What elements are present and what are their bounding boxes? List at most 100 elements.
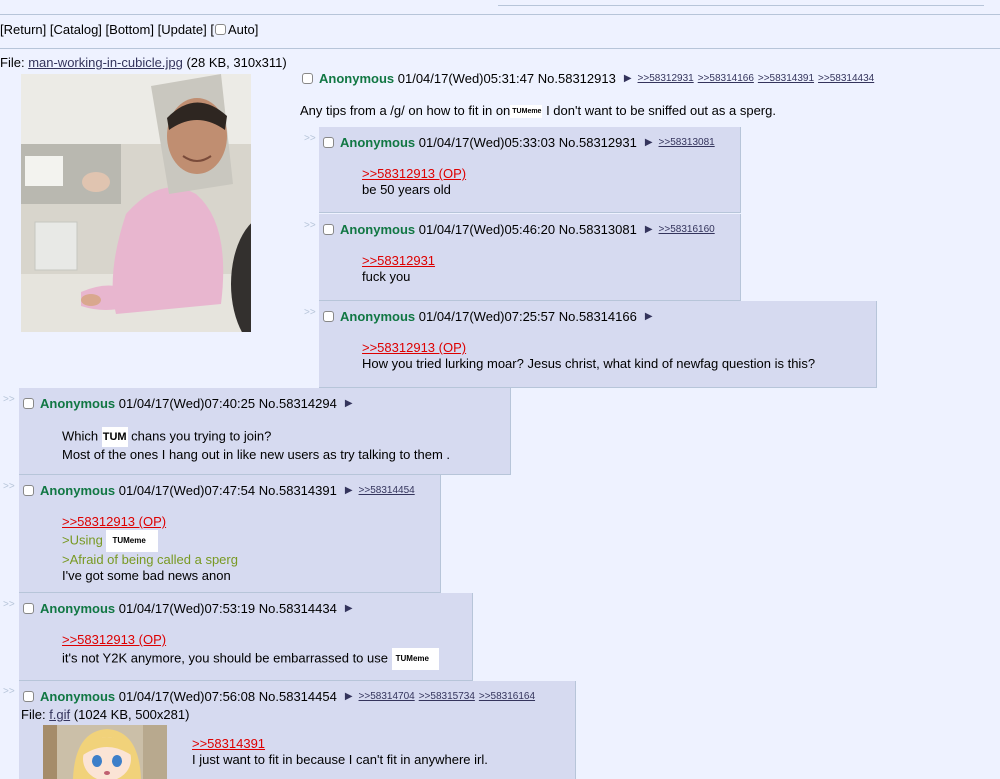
quote-link[interactable]: >>58312913 (OP) [62, 632, 439, 648]
message-text: Any tips from a /g/ on how to fit in on [300, 103, 511, 118]
post-number[interactable]: No.58314166 [559, 309, 637, 324]
post-number[interactable]: No.58314454 [259, 689, 337, 704]
reply-checkbox[interactable] [23, 485, 34, 496]
office-photo-image [21, 74, 251, 332]
bottom-link[interactable]: [Bottom] [106, 22, 154, 37]
post-datetime: 01/04/17(Wed)07:47:54 [118, 483, 256, 498]
post-datetime: 01/04/17(Wed)05:31:47 [397, 71, 535, 86]
reply-side-arrows: >> [3, 599, 15, 610]
reply-post: Anonymous 01/04/17(Wed)05:46:20 No.58313… [319, 214, 741, 301]
reply-file-link[interactable]: f.gif [49, 707, 70, 722]
reply-checkbox[interactable] [23, 691, 34, 702]
post-menu-arrow-icon[interactable]: ▶ [645, 137, 653, 148]
reply-side-arrows: >> [3, 481, 15, 492]
message-text: Most of the ones I hang out in like new … [62, 447, 451, 462]
reply-message: Which TUM chans you trying to join? Most… [62, 427, 450, 463]
op-post-checkbox[interactable] [302, 73, 313, 84]
tumeme-tag-image: TUMeme [391, 648, 439, 670]
post-number[interactable]: No.58313081 [559, 222, 637, 237]
poster-name: Anonymous [40, 396, 116, 411]
poster-name: Anonymous [340, 135, 416, 150]
reply-post: Anonymous 01/04/17(Wed)07:40:25 No.58314… [19, 388, 511, 475]
file-prefix: File: [21, 707, 46, 722]
op-thumbnail[interactable] [21, 74, 251, 332]
post-menu-arrow-icon[interactable]: ▶ [345, 603, 353, 614]
message-text: be 50 years old [362, 182, 451, 197]
reply-checkbox[interactable] [323, 311, 334, 322]
op-file-size: (28 KB, 310x311) [186, 55, 287, 70]
update-link[interactable]: [Update] [158, 22, 207, 37]
post-number[interactable]: No.58314294 [259, 396, 337, 411]
post-menu-arrow-icon[interactable]: ▶ [345, 398, 353, 409]
message-text: I just want to fit in because I can't fi… [192, 752, 488, 767]
reply-checkbox[interactable] [323, 137, 334, 148]
reply-post: Anonymous 01/04/17(Wed)07:56:08 No.58314… [19, 681, 576, 779]
backlink[interactable]: >>58314704 [359, 691, 415, 702]
post-menu-arrow-icon[interactable]: ▶ [645, 224, 653, 235]
return-link[interactable]: [Return] [0, 22, 46, 37]
backlink[interactable]: >>58314454 [359, 485, 415, 496]
poster-name: Anonymous [340, 222, 416, 237]
nav-separator [0, 48, 1000, 49]
backlink[interactable]: >>58314434 [818, 73, 874, 84]
reply-header: Anonymous 01/04/17(Wed)07:47:54 No.58314… [23, 483, 419, 498]
reply-checkbox[interactable] [323, 224, 334, 235]
op-file-link[interactable]: man-working-in-cubicle.jpg [28, 55, 183, 70]
backlink[interactable]: >>58313081 [659, 137, 715, 148]
greentext: >Using [62, 532, 107, 548]
backlink[interactable]: >>58316160 [659, 224, 715, 235]
reply-side-arrows: >> [304, 307, 316, 318]
poster-name: Anonymous [340, 309, 416, 324]
backlink[interactable]: >>58316164 [479, 691, 535, 702]
reply-checkbox[interactable] [23, 603, 34, 614]
message-text: I've got some bad news anon [62, 568, 231, 583]
auto-checkbox[interactable] [215, 24, 226, 35]
post-number[interactable]: No.58314434 [259, 601, 337, 616]
reply-file-size: (1024 KB, 500x281) [73, 707, 190, 722]
post-number[interactable]: No.58314391 [259, 483, 337, 498]
post-datetime: 01/04/17(Wed)07:25:57 [418, 309, 556, 324]
reply-post: Anonymous 01/04/17(Wed)07:47:54 No.58314… [19, 475, 441, 593]
quote-link[interactable]: >>58312913 (OP) [362, 166, 466, 182]
auto-bracket: [ [210, 22, 214, 37]
reply-post: Anonymous 01/04/17(Wed)05:33:03 No.58312… [319, 127, 741, 213]
greentext-line: >Using TUMeme [62, 530, 238, 552]
reply-message: >>58312913 (OP) it's not Y2K anymore, yo… [62, 632, 439, 670]
quote-link[interactable]: >>58312913 (OP) [362, 340, 815, 356]
post-datetime: 01/04/17(Wed)07:40:25 [118, 396, 256, 411]
poster-name: Anonymous [319, 71, 395, 86]
quote-link[interactable]: >>58312913 (OP) [62, 514, 238, 530]
reply-side-arrows: >> [304, 220, 316, 231]
reply-message: >>58312913 (OP) be 50 years old [362, 166, 466, 198]
reply-header: Anonymous 01/04/17(Wed)05:33:03 No.58312… [323, 135, 719, 150]
reply-message: >>58312931 fuck you [362, 253, 435, 285]
reply-thumbnail[interactable] [43, 725, 167, 779]
post-datetime: 01/04/17(Wed)05:46:20 [418, 222, 556, 237]
reply-post: Anonymous 01/04/17(Wed)07:25:57 No.58314… [319, 301, 877, 388]
post-menu-arrow-icon[interactable]: ▶ [345, 691, 353, 702]
post-menu-arrow-icon[interactable]: ▶ [645, 311, 653, 322]
message-line: it's not Y2K anymore, you should be emba… [62, 648, 439, 670]
backlink[interactable]: >>58314391 [758, 73, 814, 84]
quote-link[interactable]: >>58312931 [362, 253, 435, 269]
quote-link[interactable]: >>58314391 [192, 736, 488, 752]
reply-message: >>58312913 (OP) How you tried lurking mo… [362, 340, 815, 372]
reply-message: >>58314391 I just want to fit in because… [192, 736, 488, 768]
backlink[interactable]: >>58314166 [698, 73, 754, 84]
reply-post: Anonymous 01/04/17(Wed)07:53:19 No.58314… [19, 593, 473, 681]
post-menu-arrow-icon[interactable]: ▶ [624, 73, 632, 84]
tumeme-tag-image: TUMeme [106, 530, 158, 552]
post-number[interactable]: No.58312913 [538, 71, 616, 86]
top-rule [0, 14, 1000, 15]
tum-tag-image: TUM [101, 427, 128, 447]
post-menu-arrow-icon[interactable]: ▶ [345, 485, 353, 496]
reply-checkbox[interactable] [23, 398, 34, 409]
backlink[interactable]: >>58312931 [638, 73, 694, 84]
reply-file-info: File: f.gif (1024 KB, 500x281) [21, 707, 189, 722]
catalog-link[interactable]: [Catalog] [50, 22, 102, 37]
message-text: fuck you [362, 269, 411, 284]
poster-name: Anonymous [40, 601, 116, 616]
post-number[interactable]: No.58312931 [559, 135, 637, 150]
backlink[interactable]: >>58315734 [419, 691, 475, 702]
message-line: Which TUM chans you trying to join? [62, 427, 450, 447]
